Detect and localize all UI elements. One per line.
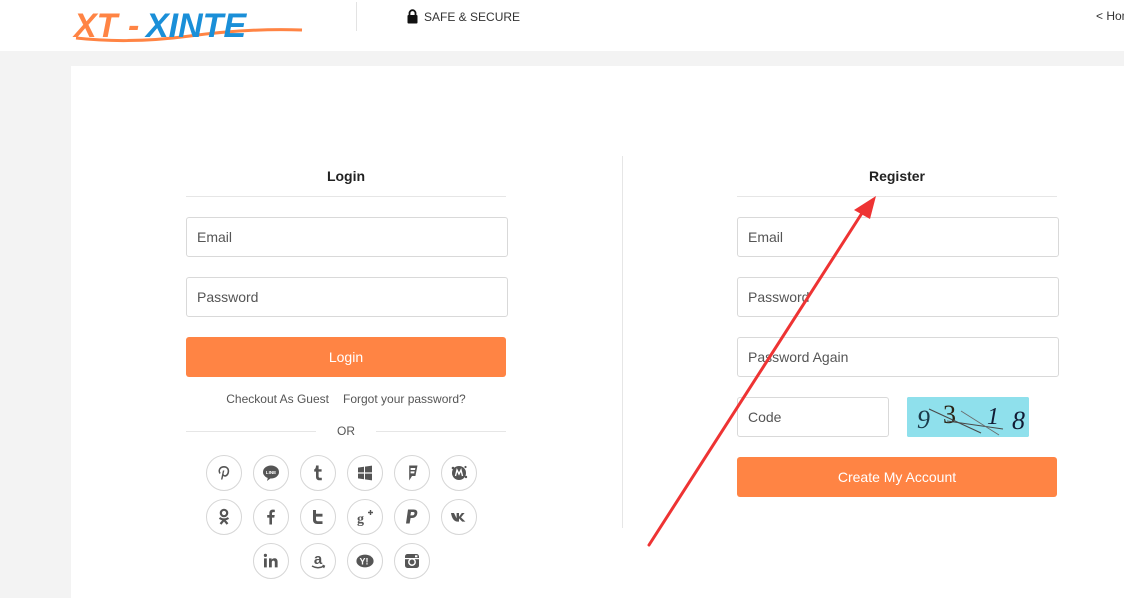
svg-text:a: a bbox=[314, 551, 323, 568]
foursquare-login-button[interactable] bbox=[394, 455, 430, 491]
tumblr-icon bbox=[314, 465, 322, 481]
amazon-icon: a bbox=[311, 551, 326, 569]
login-email-input[interactable] bbox=[186, 217, 508, 257]
captcha-digit: 9 bbox=[917, 405, 930, 434]
instagram-login-button[interactable] bbox=[394, 543, 430, 579]
google-plus-icon: g bbox=[357, 510, 373, 527]
top-header: XT - XINTE SAFE & SECURE < Home bbox=[0, 0, 1124, 51]
register-title-rule bbox=[737, 196, 1057, 197]
login-title-rule bbox=[186, 196, 506, 197]
line-login-button[interactable]: LINE bbox=[253, 455, 289, 491]
google-plus-login-button[interactable]: g bbox=[347, 499, 383, 535]
captcha-digit: 1 bbox=[987, 404, 999, 430]
odnoklassniki-login-button[interactable] bbox=[206, 499, 242, 535]
captcha-digit: 8 bbox=[1012, 406, 1025, 435]
register-password-again-input[interactable] bbox=[737, 337, 1059, 377]
logo-text-right: XINTE bbox=[144, 7, 247, 45]
logo-text-left: XT bbox=[72, 7, 121, 45]
meetup-login-button[interactable] bbox=[441, 455, 477, 491]
yahoo-login-button[interactable]: Y! bbox=[347, 543, 383, 579]
checkout-as-guest-link[interactable]: Checkout As Guest bbox=[226, 392, 329, 406]
site-logo[interactable]: XT - XINTE bbox=[70, 4, 310, 46]
linkedin-login-button[interactable] bbox=[253, 543, 289, 579]
foursquare-icon bbox=[407, 465, 418, 481]
captcha-code-input[interactable] bbox=[737, 397, 889, 437]
captcha-digit: 3 bbox=[943, 400, 956, 429]
twitter-icon bbox=[313, 510, 323, 524]
or-line-right bbox=[376, 431, 506, 432]
header-divider bbox=[356, 2, 357, 31]
svg-text:Y!: Y! bbox=[360, 557, 369, 567]
amazon-login-button[interactable]: a bbox=[300, 543, 336, 579]
windows-login-button[interactable] bbox=[347, 455, 383, 491]
vk-icon bbox=[451, 513, 466, 522]
twitter-login-button[interactable] bbox=[300, 499, 336, 535]
create-account-button[interactable]: Create My Account bbox=[737, 457, 1057, 497]
pinterest-icon bbox=[218, 466, 230, 480]
paypal-login-button[interactable] bbox=[394, 499, 430, 535]
register-password-input[interactable] bbox=[737, 277, 1059, 317]
captcha-image[interactable]: 9 3 1 8 bbox=[907, 397, 1029, 437]
center-divider bbox=[622, 156, 623, 528]
secure-label: SAFE & SECURE bbox=[424, 9, 521, 24]
svg-text:-: - bbox=[128, 7, 139, 45]
yahoo-icon: Y! bbox=[356, 554, 374, 568]
meetup-icon bbox=[451, 465, 468, 480]
vk-login-button[interactable] bbox=[441, 499, 477, 535]
facebook-icon bbox=[267, 509, 275, 525]
svg-text:LINE: LINE bbox=[266, 470, 276, 475]
tumblr-login-button[interactable] bbox=[300, 455, 336, 491]
register-email-input[interactable] bbox=[737, 217, 1059, 257]
line-icon: LINE bbox=[263, 465, 279, 481]
home-link[interactable]: < Home bbox=[1096, 9, 1124, 23]
safe-secure-badge: SAFE & SECURE bbox=[406, 9, 520, 24]
lock-icon bbox=[406, 9, 419, 24]
linkedin-icon bbox=[263, 553, 278, 568]
login-button[interactable]: Login bbox=[186, 337, 506, 377]
pinterest-login-button[interactable] bbox=[206, 455, 242, 491]
login-title: Login bbox=[326, 168, 366, 184]
login-password-input[interactable] bbox=[186, 277, 508, 317]
instagram-icon bbox=[405, 554, 419, 568]
forgot-password-link[interactable]: Forgot your password? bbox=[343, 392, 466, 406]
register-title: Register bbox=[868, 168, 926, 184]
windows-icon bbox=[358, 465, 372, 481]
or-separator: OR bbox=[186, 424, 506, 438]
odnoklassniki-icon bbox=[218, 508, 230, 525]
login-links: Checkout As Guest Forgot your password? bbox=[186, 392, 506, 406]
facebook-login-button[interactable] bbox=[253, 499, 289, 535]
paypal-icon bbox=[406, 509, 418, 524]
svg-text:g: g bbox=[357, 512, 364, 527]
